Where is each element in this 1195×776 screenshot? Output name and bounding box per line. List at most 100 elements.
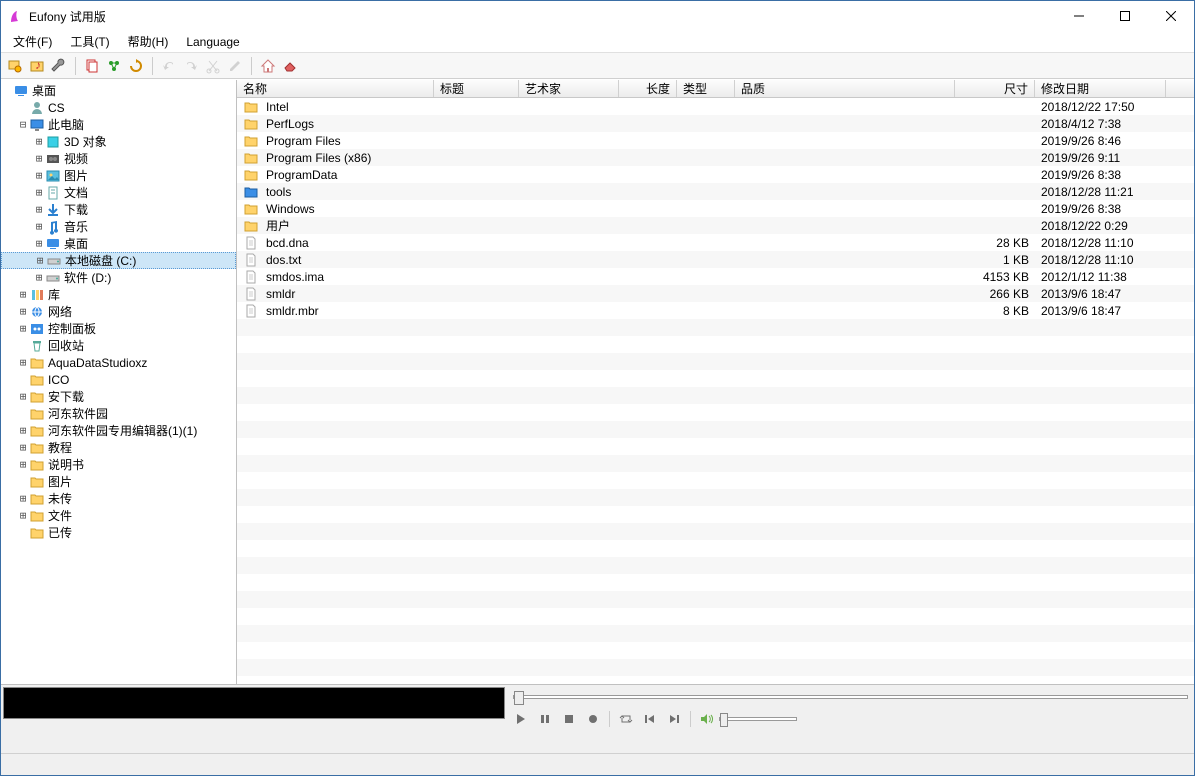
- tb-refresh-icon[interactable]: [126, 56, 146, 76]
- tree-node[interactable]: ⊞图片: [1, 167, 236, 184]
- tree-node[interactable]: ⊞库: [1, 286, 236, 303]
- tree-node[interactable]: ⊞安下载: [1, 388, 236, 405]
- tree-node[interactable]: ⊞下载: [1, 201, 236, 218]
- folder-tree[interactable]: ·桌面·CS⊟此电脑⊞3D 对象⊞视频⊞图片⊞文档⊞下载⊞音乐⊞桌面⊞本地磁盘 …: [1, 80, 237, 684]
- menu-tools[interactable]: 工具(T): [62, 31, 117, 52]
- tree-node[interactable]: ⊞未传: [1, 490, 236, 507]
- file-row[interactable]: bcd.dna28 KB2018/12/28 11:10: [237, 234, 1194, 251]
- expand-icon[interactable]: ⊞: [33, 271, 45, 284]
- tb-cut-icon[interactable]: [203, 56, 223, 76]
- tree-node[interactable]: ⊞河东软件园专用编辑器(1)(1): [1, 422, 236, 439]
- expand-icon[interactable]: ⊞: [17, 288, 29, 301]
- pause-button[interactable]: [537, 711, 553, 727]
- volume-icon[interactable]: [699, 711, 715, 727]
- close-button[interactable]: [1148, 1, 1194, 31]
- tree-node[interactable]: ·桌面: [1, 82, 236, 99]
- tb-wrench-icon[interactable]: [49, 56, 69, 76]
- tree-node[interactable]: ⊞教程: [1, 439, 236, 456]
- seek-bar[interactable]: [513, 689, 1188, 705]
- file-row[interactable]: ProgramData2019/9/26 8:38: [237, 166, 1194, 183]
- maximize-button[interactable]: [1102, 1, 1148, 31]
- file-row[interactable]: Program Files2019/9/26 8:46: [237, 132, 1194, 149]
- menu-file[interactable]: 文件(F): [5, 31, 60, 52]
- expand-icon[interactable]: ⊞: [34, 254, 46, 267]
- expand-icon[interactable]: ⊞: [17, 390, 29, 403]
- tree-node[interactable]: ⊞文档: [1, 184, 236, 201]
- expand-icon[interactable]: ⊞: [33, 169, 45, 182]
- file-row[interactable]: smldr.mbr8 KB2013/9/6 18:47: [237, 302, 1194, 319]
- file-row[interactable]: Windows2019/9/26 8:38: [237, 200, 1194, 217]
- col-header-name[interactable]: 名称: [237, 80, 434, 97]
- col-header-date[interactable]: 修改日期: [1035, 80, 1166, 97]
- tree-node[interactable]: ⊞说明书: [1, 456, 236, 473]
- tree-node[interactable]: ⊟此电脑: [1, 116, 236, 133]
- expand-icon[interactable]: ⊞: [17, 356, 29, 369]
- prev-button[interactable]: [642, 711, 658, 727]
- col-header-length[interactable]: 长度: [619, 80, 677, 97]
- tb-copy-icon[interactable]: [82, 56, 102, 76]
- file-list[interactable]: Intel2018/12/22 17:50PerfLogs2018/4/12 7…: [237, 98, 1194, 684]
- play-button[interactable]: [513, 711, 529, 727]
- tree-node[interactable]: ⊞AquaDataStudioxz: [1, 354, 236, 371]
- file-row[interactable]: tools2018/12/28 11:21: [237, 183, 1194, 200]
- file-row[interactable]: dos.txt1 KB2018/12/28 11:10: [237, 251, 1194, 268]
- tree-node[interactable]: ⊞3D 对象: [1, 133, 236, 150]
- file-row[interactable]: smdos.ima4153 KB2012/1/12 11:38: [237, 268, 1194, 285]
- tree-node[interactable]: ·河东软件园: [1, 405, 236, 422]
- tree-node[interactable]: ⊞控制面板: [1, 320, 236, 337]
- col-header-quality[interactable]: 品质: [735, 80, 955, 97]
- file-row[interactable]: smldr266 KB2013/9/6 18:47: [237, 285, 1194, 302]
- tb-link-icon[interactable]: [104, 56, 124, 76]
- volume-slider[interactable]: [719, 717, 797, 721]
- tree-node[interactable]: ⊞桌面: [1, 235, 236, 252]
- tb-home-icon[interactable]: [258, 56, 278, 76]
- stop-button[interactable]: [561, 711, 577, 727]
- menu-help[interactable]: 帮助(H): [120, 31, 177, 52]
- col-header-title[interactable]: 标题: [434, 80, 519, 97]
- tree-node[interactable]: ⊞本地磁盘 (C:): [1, 252, 236, 269]
- col-header-size[interactable]: 尺寸: [955, 80, 1035, 97]
- expand-icon[interactable]: ⊞: [33, 237, 45, 250]
- tree-node[interactable]: ·图片: [1, 473, 236, 490]
- expand-icon[interactable]: ⊞: [17, 424, 29, 437]
- expand-icon[interactable]: ⊞: [33, 152, 45, 165]
- minimize-button[interactable]: [1056, 1, 1102, 31]
- menu-language[interactable]: Language: [178, 33, 247, 51]
- expand-icon[interactable]: ⊞: [17, 458, 29, 471]
- next-button[interactable]: [666, 711, 682, 727]
- file-row[interactable]: 用户2018/12/22 0:29: [237, 217, 1194, 234]
- tb-music-folder-icon[interactable]: ♪: [27, 56, 47, 76]
- tree-node[interactable]: ·ICO: [1, 371, 236, 388]
- expand-icon[interactable]: ⊞: [33, 220, 45, 233]
- tree-node[interactable]: ⊞视频: [1, 150, 236, 167]
- collapse-icon[interactable]: ⊟: [17, 118, 29, 131]
- tree-node[interactable]: ⊞网络: [1, 303, 236, 320]
- repeat-button[interactable]: [618, 711, 634, 727]
- expand-icon[interactable]: ⊞: [33, 186, 45, 199]
- tb-edit-icon[interactable]: [225, 56, 245, 76]
- folder-icon: [29, 389, 45, 405]
- tb-eraser-icon[interactable]: [280, 56, 300, 76]
- expand-icon[interactable]: ⊞: [17, 492, 29, 505]
- tree-node[interactable]: ⊞音乐: [1, 218, 236, 235]
- tree-node[interactable]: ·CS: [1, 99, 236, 116]
- col-header-type[interactable]: 类型: [677, 80, 735, 97]
- expand-icon[interactable]: ⊞: [33, 135, 45, 148]
- tree-node[interactable]: ·回收站: [1, 337, 236, 354]
- col-header-artist[interactable]: 艺术家: [519, 80, 619, 97]
- tb-redo-icon[interactable]: [181, 56, 201, 76]
- expand-icon[interactable]: ⊞: [17, 305, 29, 318]
- file-row[interactable]: PerfLogs2018/4/12 7:38: [237, 115, 1194, 132]
- expand-icon[interactable]: ⊞: [17, 322, 29, 335]
- tb-undo-icon[interactable]: [159, 56, 179, 76]
- tb-playlist-icon[interactable]: [5, 56, 25, 76]
- expand-icon[interactable]: ⊞: [17, 441, 29, 454]
- tree-node[interactable]: ⊞文件: [1, 507, 236, 524]
- tree-node[interactable]: ·已传: [1, 524, 236, 541]
- expand-icon[interactable]: ⊞: [17, 509, 29, 522]
- file-row[interactable]: Intel2018/12/22 17:50: [237, 98, 1194, 115]
- file-row[interactable]: Program Files (x86)2019/9/26 9:11: [237, 149, 1194, 166]
- tree-node[interactable]: ⊞软件 (D:): [1, 269, 236, 286]
- expand-icon[interactable]: ⊞: [33, 203, 45, 216]
- record-button[interactable]: [585, 711, 601, 727]
